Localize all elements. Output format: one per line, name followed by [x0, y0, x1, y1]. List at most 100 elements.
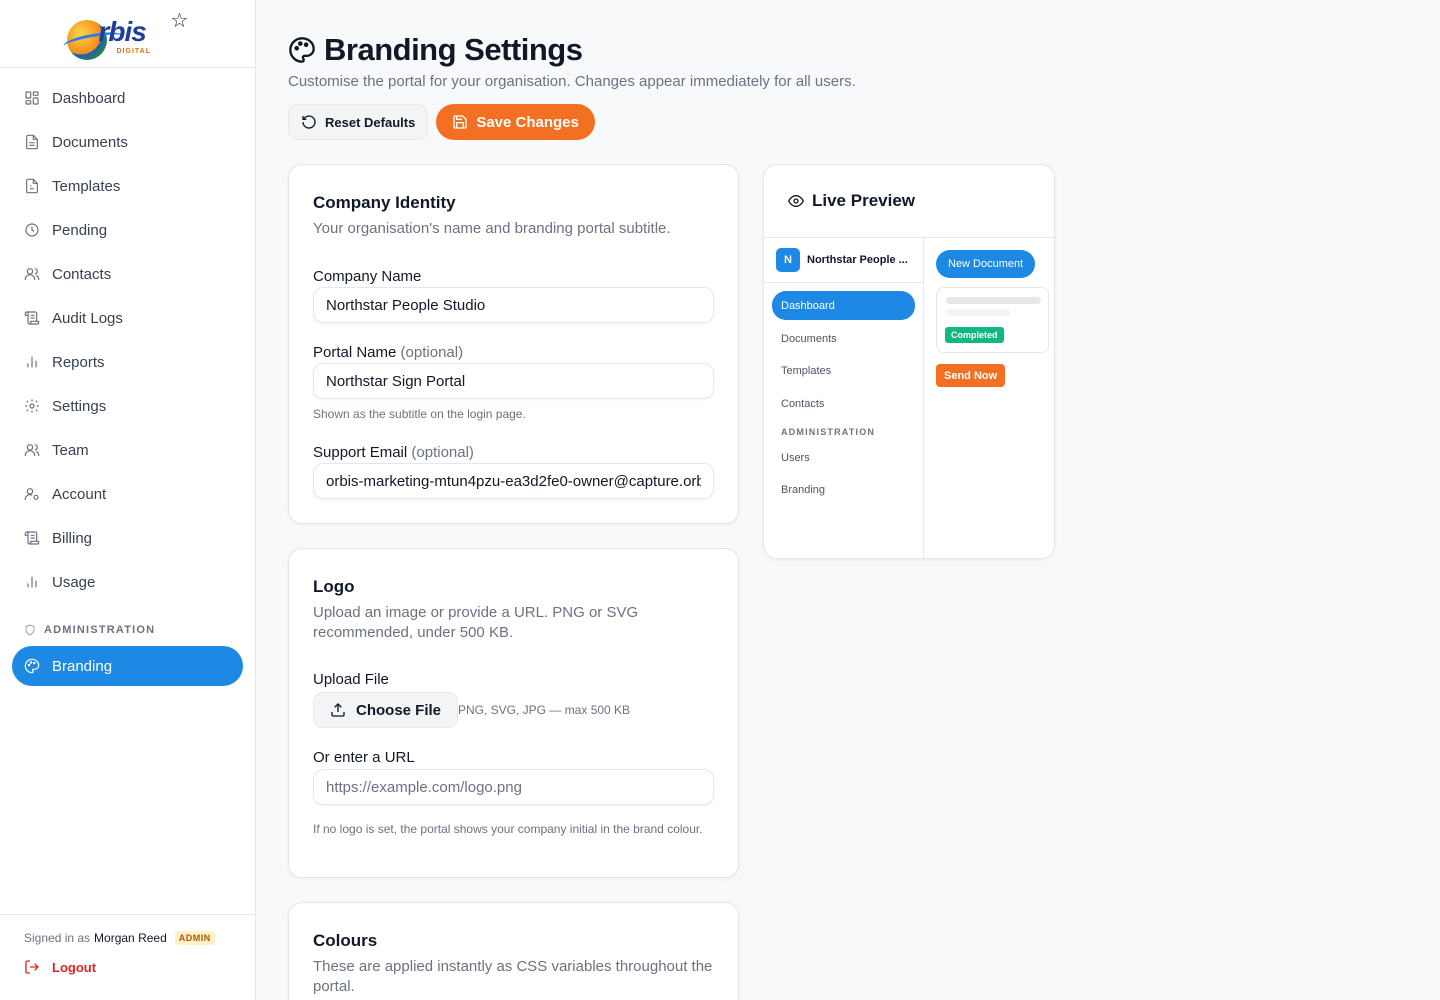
- sidebar-item-account[interactable]: Account: [12, 474, 243, 514]
- scroll-icon: [24, 310, 40, 326]
- preview-section-label: ADMINISTRATION: [781, 427, 876, 437]
- sidebar-item-dashboard[interactable]: Dashboard: [12, 78, 243, 118]
- gear-icon: [24, 398, 40, 414]
- company-identity-card: Company Identity Your organisation's nam…: [288, 164, 739, 524]
- sidebar-item-documents[interactable]: Documents: [12, 122, 243, 162]
- portal-name-label: Portal Name (optional): [313, 344, 463, 361]
- sidebar-item-label: Usage: [52, 573, 96, 591]
- sidebar-item-label: Reports: [52, 353, 105, 371]
- preview-nav-dashboard: Dashboard: [772, 291, 915, 320]
- preview-brand: N Northstar People ...: [776, 248, 908, 272]
- preview-skeleton-line: [946, 309, 1010, 316]
- shield-icon: [25, 624, 35, 636]
- preview-nav-users: Users: [781, 451, 810, 464]
- sidebar-item-branding[interactable]: Branding: [12, 646, 243, 686]
- sidebar-item-label: Contacts: [52, 265, 112, 283]
- signed-in-prefix: Signed in as: [24, 931, 91, 945]
- page-subtitle: Customise the portal for your organisati…: [288, 73, 856, 90]
- preview-new-document-button: New Document: [936, 250, 1036, 278]
- palette-icon: [289, 37, 315, 63]
- sidebar-item-usage[interactable]: Usage: [12, 562, 243, 602]
- choose-file-button[interactable]: Choose File: [313, 692, 459, 728]
- save-icon: [453, 115, 467, 129]
- support-email-input[interactable]: [313, 463, 714, 499]
- dashboard-icon: [24, 90, 40, 106]
- sidebar-item-label: Team: [52, 441, 89, 459]
- preview-nav-documents: Documents: [781, 332, 837, 345]
- company-name-input[interactable]: [313, 287, 714, 323]
- sidebar-item-pending[interactable]: Pending: [12, 210, 243, 250]
- page-title-text: Branding Settings: [324, 32, 583, 67]
- card-title: Logo: [313, 577, 355, 596]
- sidebar-footer: Signed in as Morgan Reed ADMIN Logout: [0, 914, 255, 1000]
- sidebar-section-label: ADMINISTRATION: [44, 624, 156, 636]
- sidebar-item-label: Settings: [52, 397, 107, 415]
- upload-icon: [331, 703, 345, 717]
- sidebar-item-billing[interactable]: Billing: [12, 518, 243, 558]
- user-name: Morgan Reed: [94, 931, 167, 945]
- orbis-logo[interactable]: rbis DIGITAL ☆: [61, 10, 193, 60]
- logout-icon: [25, 960, 39, 974]
- choose-file-label: Choose File: [356, 701, 442, 719]
- logo-url-input[interactable]: [313, 769, 714, 805]
- page-actions: Reset Defaults Save Changes: [288, 104, 595, 140]
- bar-chart-icon: [24, 354, 40, 370]
- preview-brand-initial: N: [776, 248, 800, 272]
- portal-name-label-text: Portal Name: [313, 344, 397, 361]
- sidebar-item-label: Audit Logs: [52, 309, 123, 327]
- optional-tag: (optional): [411, 444, 474, 461]
- bar-chart-icon: [24, 574, 40, 590]
- preview-send-now-button: Send Now: [936, 364, 1006, 387]
- sidebar-item-label: Documents: [52, 133, 128, 151]
- preview-sidebar: N Northstar People ... Dashboard Documen…: [764, 238, 924, 558]
- support-email-label: Support Email (optional): [313, 444, 474, 461]
- logout-label: Logout: [52, 959, 97, 975]
- sidebar-item-label: Templates: [52, 177, 121, 195]
- save-changes-label: Save Changes: [476, 113, 579, 131]
- users-icon: [24, 266, 40, 282]
- page-title: Branding Settings: [288, 32, 583, 68]
- preview-status-badge: Completed: [945, 327, 1004, 343]
- logo-fallback-hint: If no logo is set, the portal shows your…: [313, 822, 703, 836]
- clock-icon: [24, 222, 40, 238]
- sidebar-item-label: Dashboard: [52, 89, 126, 107]
- logo-area: rbis DIGITAL ☆: [0, 0, 255, 68]
- palette-icon: [24, 658, 40, 674]
- file-hint: PNG, SVG, JPG — max 500 KB: [458, 703, 631, 717]
- user-cog-icon: [24, 486, 40, 502]
- scroll-icon: [24, 530, 40, 546]
- sidebar-item-templates[interactable]: Templates: [12, 166, 243, 206]
- preview-nav-templates: Templates: [781, 364, 832, 377]
- preview-frame: N Northstar People ... Dashboard Documen…: [764, 237, 1054, 558]
- portal-name-input[interactable]: [313, 363, 714, 399]
- reset-defaults-button[interactable]: Reset Defaults: [288, 104, 429, 140]
- sidebar-item-contacts[interactable]: Contacts: [12, 254, 243, 294]
- preview-skeleton-line: [946, 297, 1041, 304]
- sidebar-item-settings[interactable]: Settings: [12, 386, 243, 426]
- save-changes-button[interactable]: Save Changes: [436, 104, 595, 140]
- sidebar-item-team[interactable]: Team: [12, 430, 243, 470]
- live-preview-card: Live Preview N Northstar People ... Dash…: [763, 164, 1055, 559]
- role-badge: ADMIN: [174, 931, 215, 945]
- card-title: Colours: [313, 931, 378, 950]
- sidebar-item-label: Billing: [52, 529, 93, 547]
- upload-file-label: Upload File: [313, 671, 389, 688]
- preview-divider: [764, 282, 924, 283]
- optional-tag: (optional): [400, 344, 464, 361]
- sidebar-item-reports[interactable]: Reports: [12, 342, 243, 382]
- company-name-label: Company Name: [313, 268, 422, 285]
- card-description: These are applied instantly as CSS varia…: [313, 958, 713, 995]
- preview-brand-name: Northstar People ...: [807, 254, 908, 266]
- logo-url-label: Or enter a URL: [313, 749, 415, 766]
- logout-button[interactable]: Logout: [24, 959, 231, 975]
- preview-nav-contacts: Contacts: [781, 397, 825, 410]
- sidebar-section-administration: ADMINISTRATION: [12, 620, 243, 640]
- colours-card: Colours These are applied instantly as C…: [288, 902, 739, 1000]
- logo-card: Logo Upload an image or provide a URL. P…: [288, 548, 739, 878]
- sidebar-item-label: Branding: [52, 657, 113, 675]
- live-preview-title: Live Preview: [812, 191, 916, 210]
- sidebar-item-audit-logs[interactable]: Audit Logs: [12, 298, 243, 338]
- signed-in-info: Signed in as Morgan Reed ADMIN: [24, 931, 231, 945]
- reset-defaults-label: Reset Defaults: [325, 114, 416, 130]
- live-preview-header: Live Preview: [788, 191, 915, 211]
